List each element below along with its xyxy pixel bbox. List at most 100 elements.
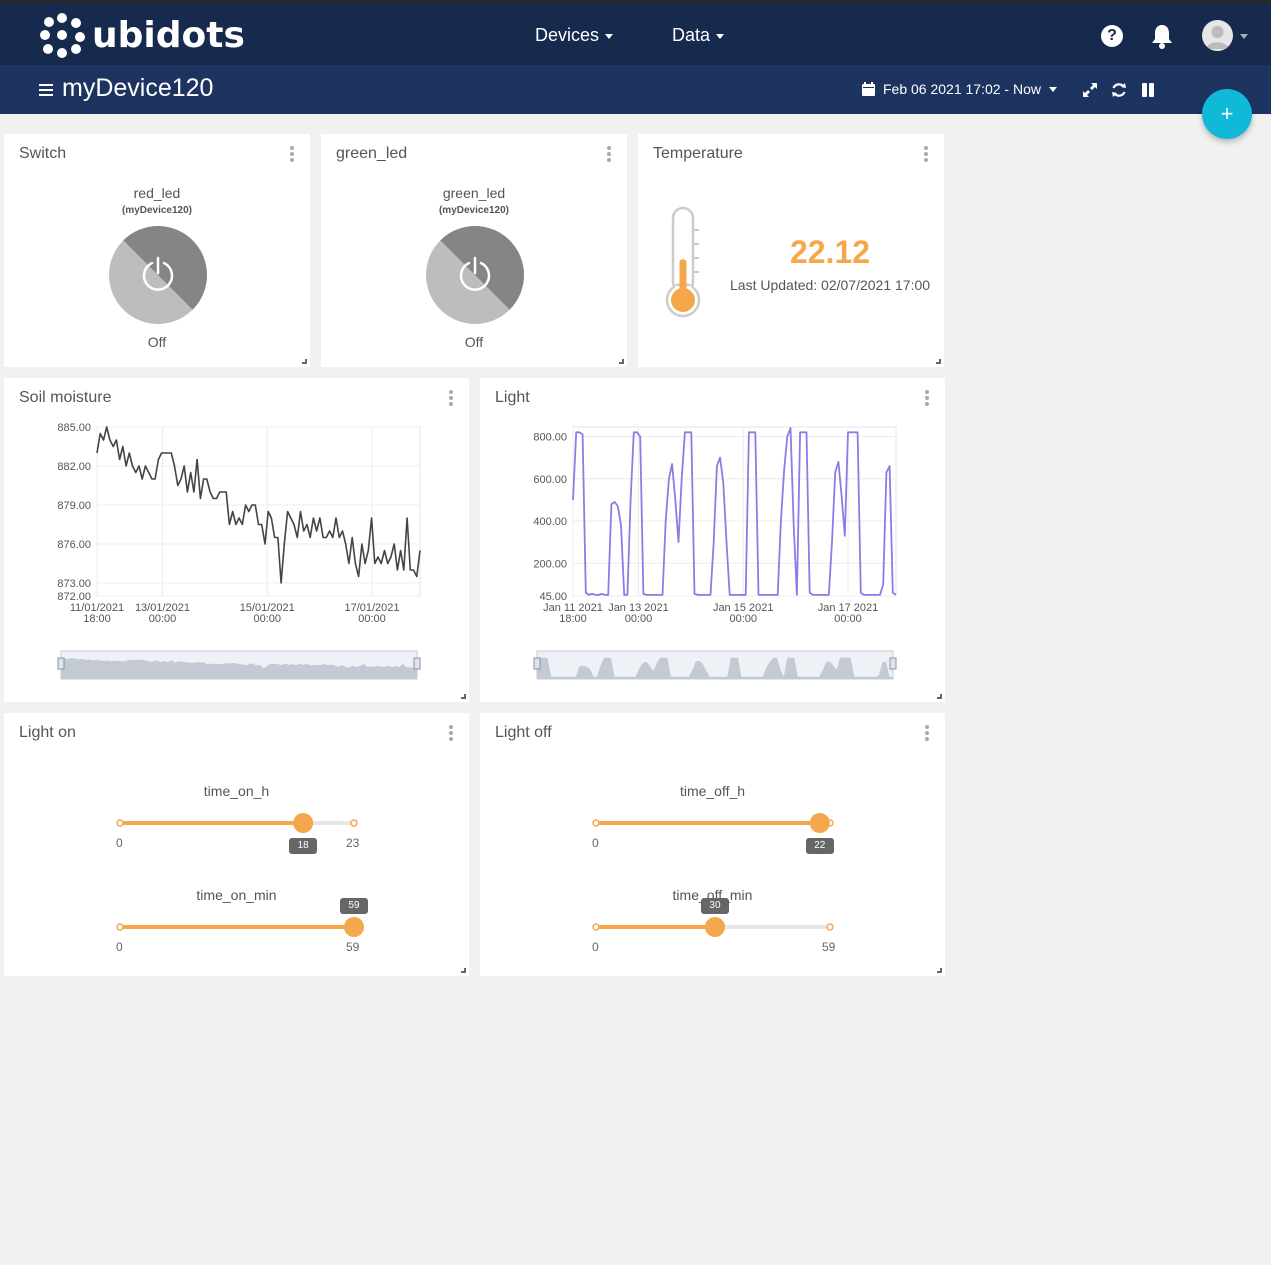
slider-min-label: 0 <box>116 940 123 954</box>
switch-state: Off <box>464 334 484 350</box>
y-tick-label: 876.00 <box>57 539 91 551</box>
slider-handle[interactable] <box>293 813 314 833</box>
slider-handle[interactable] <box>344 917 364 937</box>
light-off-widget: Light off time_off_h 0 22 time_off_min 0 59 30 <box>480 713 945 976</box>
user-avatar[interactable] <box>1202 20 1233 51</box>
light-chart[interactable]: 800.00600.00400.00200.0045.00Jan 11 2021… <box>480 378 945 702</box>
x-tick-time-label: 00:00 <box>834 613 862 625</box>
chevron-down-icon <box>716 33 725 39</box>
slider-handle[interactable] <box>704 917 725 937</box>
slider-min-dot <box>592 923 600 931</box>
chevron-down-icon <box>1049 86 1057 92</box>
x-tick-time-label: 00:00 <box>625 613 653 625</box>
light-widget: Light 800.00 600.00 400.00 200.00 45.00 Jan 1… <box>480 378 945 702</box>
user-icon <box>1206 26 1229 49</box>
slider-min-dot <box>116 923 124 931</box>
y-tick-label: 882.00 <box>57 461 91 473</box>
resize-handle-icon[interactable] <box>461 968 466 973</box>
slider-time_off_h[interactable] <box>480 803 945 843</box>
temperature-widget: Temperature 22.12 Last Updated: 02/07/20… <box>638 134 944 367</box>
widget-options-icon[interactable] <box>290 146 294 162</box>
nav-data-label: Data <box>672 25 711 45</box>
bell-icon[interactable] <box>1150 23 1174 49</box>
x-tick-time-label: 18:00 <box>559 613 587 625</box>
slider-value-tooltip: 59 <box>340 898 368 914</box>
date-range-label: Feb 06 2021 17:02 - Now <box>883 81 1041 97</box>
widget-title: Switch <box>19 145 67 162</box>
hamburger-menu-icon[interactable] <box>39 84 53 96</box>
x-tick-time-label: 00:00 <box>253 613 281 625</box>
y-tick-label: 200.00 <box>533 558 567 570</box>
chevron-down-icon <box>605 33 614 39</box>
slider-handle[interactable] <box>809 813 830 833</box>
nav-devices[interactable]: Devices <box>535 25 614 46</box>
widget-options-icon[interactable] <box>925 725 929 741</box>
switch-device-label: (myDevice120) <box>438 205 510 216</box>
nav-devices-label: Devices <box>535 25 600 45</box>
widget-options-icon[interactable] <box>449 725 453 741</box>
navigator-right-handle[interactable] <box>413 657 421 670</box>
resize-handle-icon[interactable] <box>936 359 941 364</box>
brand-name: ubidots <box>92 14 245 56</box>
widget-title: Light off <box>495 724 552 741</box>
slider-min-label: 0 <box>592 940 599 954</box>
widget-title: green_led <box>336 145 408 162</box>
navbar: ubidots Devices Data ? <box>0 3 1271 65</box>
slider-label: time_on_min <box>196 887 277 903</box>
nav-data[interactable]: Data <box>672 25 725 46</box>
switch-variable-label: green_led <box>442 185 506 201</box>
x-tick-time-label: 18:00 <box>83 613 111 625</box>
switch-state: Off <box>147 334 167 350</box>
slider-time_on_min[interactable] <box>4 907 469 947</box>
navigator-left-handle[interactable] <box>57 657 65 670</box>
widget-title: Temperature <box>653 145 743 162</box>
y-tick-label: 600.00 <box>533 474 567 486</box>
add-widget-button[interactable]: + <box>1202 89 1252 139</box>
calendar-icon <box>862 82 875 96</box>
slider-max-label: 59 <box>346 940 360 954</box>
green-led-power-toggle[interactable] <box>426 226 524 324</box>
date-range-picker[interactable]: Feb 06 2021 17:02 - Now <box>862 81 1057 97</box>
user-menu-caret-icon[interactable] <box>1240 34 1248 39</box>
slider-label: time_on_h <box>203 783 270 799</box>
switch-widget-red-led: Switch red_led (myDevice120) Off <box>4 134 310 367</box>
slider-max-label: 59 <box>822 940 836 954</box>
resize-handle-icon[interactable] <box>461 694 466 699</box>
slider-time_on_h[interactable] <box>4 803 469 843</box>
widget-options-icon[interactable] <box>607 146 611 162</box>
temperature-last-updated: Last Updated: 02/07/2021 17:00 <box>730 277 931 293</box>
widget-options-icon[interactable] <box>924 146 928 162</box>
slider-min-dot <box>116 819 124 827</box>
pause-icon[interactable] <box>1140 82 1156 98</box>
help-icon[interactable]: ? <box>1101 25 1123 47</box>
slider-min-dot <box>592 819 600 827</box>
y-tick-label: 400.00 <box>533 516 567 528</box>
switch-device-label: (myDevice120) <box>121 205 193 216</box>
x-tick-time-label: 00:00 <box>729 613 757 625</box>
slider-max-dot <box>350 819 358 827</box>
widget-title: Light on <box>19 724 76 741</box>
navigator-right-handle[interactable] <box>889 657 897 670</box>
y-tick-label: 800.00 <box>533 432 567 444</box>
navigator-left-handle[interactable] <box>533 657 541 670</box>
device-title: myDevice120 <box>62 74 214 102</box>
thermometer-icon <box>665 206 701 318</box>
resize-handle-icon[interactable] <box>937 968 942 973</box>
ubidots-logo[interactable]: ubidots <box>40 13 245 58</box>
resize-handle-icon[interactable] <box>937 694 942 699</box>
x-tick-time-label: 00:00 <box>149 613 177 625</box>
x-tick-time-label: 00:00 <box>358 613 386 625</box>
slider-min-label: 0 <box>116 836 123 850</box>
soil-moisture-widget: Soil moisture 885.00 882.00 879.00 876.00 87… <box>4 378 469 702</box>
slider-max-label: 23 <box>346 836 360 850</box>
refresh-icon[interactable] <box>1111 82 1127 98</box>
resize-handle-icon[interactable] <box>302 359 307 364</box>
switch-widget-green-led: green_led green_led (myDevice120) Off <box>321 134 627 367</box>
y-tick-label: 873.00 <box>57 578 91 590</box>
red-led-power-toggle[interactable] <box>109 226 207 324</box>
soil-moisture-chart[interactable]: 885.00882.00879.00876.00873.00872.0011/0… <box>4 378 469 702</box>
expand-icon[interactable] <box>1082 82 1098 98</box>
switch-variable-label: red_led <box>133 185 181 201</box>
resize-handle-icon[interactable] <box>619 359 624 364</box>
slider-value-tooltip: 18 <box>289 838 318 854</box>
